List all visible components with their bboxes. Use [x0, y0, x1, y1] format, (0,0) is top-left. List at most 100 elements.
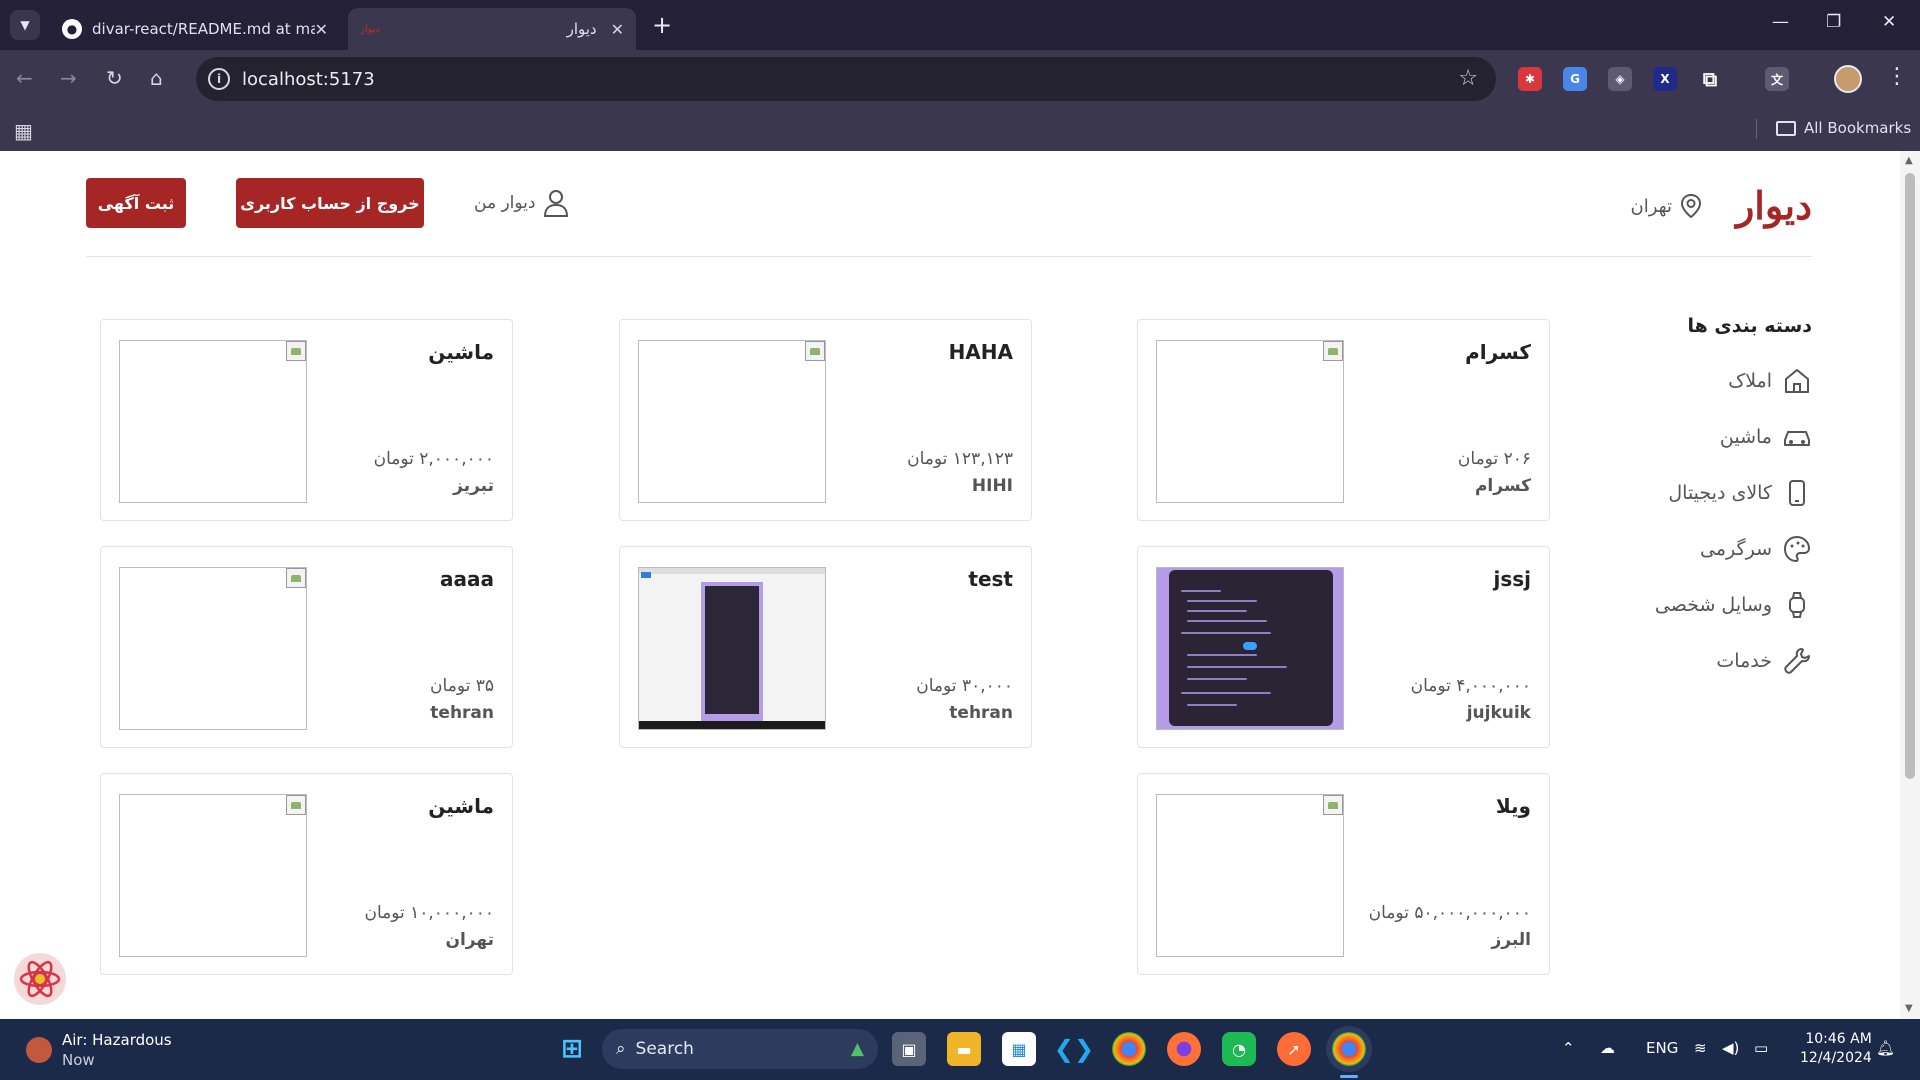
volume-icon[interactable]: ◀): [1722, 1039, 1739, 1057]
category-digital[interactable]: کالای دیجیتال: [1640, 465, 1812, 521]
ad-card[interactable]: jssj ۴,۰۰۰,۰۰۰ تومان jujkuik: [1137, 546, 1550, 748]
weather-widget[interactable]: Air: Hazardous Now: [26, 1030, 172, 1070]
home-button-icon[interactable]: ⌂: [150, 66, 163, 90]
address-bar[interactable]: i localhost:5173 ☆: [196, 57, 1496, 101]
postman-icon[interactable]: ➚: [1277, 1032, 1311, 1066]
ad-image: [119, 567, 307, 730]
city-selector[interactable]: تهران: [1631, 193, 1702, 219]
watch-icon: [1789, 592, 1805, 618]
x-extension-icon[interactable]: X: [1653, 67, 1677, 91]
notification-bell-icon[interactable]: 🔔︎: [1876, 1039, 1895, 1057]
web-screenshot-thumbnail: [639, 568, 825, 729]
folder-icon: [1776, 120, 1796, 136]
taskbar-clock[interactable]: 10:46 AM 12/4/2024: [1800, 1030, 1872, 1068]
file-explorer-icon[interactable]: ▬: [947, 1032, 981, 1066]
ad-card[interactable]: کسرام ۲۰۶ تومان کسرام: [1137, 319, 1550, 521]
windows-start-icon[interactable]: ⊞: [555, 1032, 589, 1066]
shield-extension-icon[interactable]: ◈: [1608, 67, 1632, 91]
github-icon: ●: [62, 19, 82, 39]
ad-card[interactable]: ویلا ۵۰,۰۰۰,۰۰۰,۰۰۰ تومان البرز: [1137, 773, 1550, 975]
chrome-icon[interactable]: [1112, 1032, 1146, 1066]
logout-button[interactable]: خروج از حساب کاربری: [236, 178, 424, 228]
post-ad-button[interactable]: ثبت آگهی: [86, 178, 186, 228]
active-app-indicator: [1340, 1075, 1358, 1078]
ad-price: ۴,۰۰۰,۰۰۰ تومان: [1410, 676, 1531, 696]
browser-menu-icon[interactable]: ⋮: [1886, 64, 1908, 89]
ad-location: کسرام: [1474, 476, 1531, 496]
ad-card[interactable]: HAHA ۱۲۳,۱۲۳ تومان HIHI: [619, 319, 1032, 521]
microsoft-store-icon[interactable]: ▦: [1002, 1032, 1036, 1066]
wifi-icon[interactable]: ≋: [1694, 1039, 1707, 1057]
url-text[interactable]: localhost:5173: [242, 69, 375, 90]
broken-image-icon: [1323, 341, 1343, 361]
vscode-icon[interactable]: ❮❯: [1054, 1032, 1094, 1066]
search-highlight-icon: ▲: [850, 1039, 864, 1059]
ad-title: ماشین: [428, 794, 494, 818]
site-info-icon[interactable]: i: [208, 68, 230, 90]
apps-grid-icon[interactable]: ▦: [14, 119, 33, 143]
tray-chevron-icon[interactable]: ⌃: [1562, 1039, 1575, 1057]
profile-avatar[interactable]: [1834, 65, 1862, 93]
window-close-icon[interactable]: ✕: [1882, 12, 1896, 32]
minimize-icon[interactable]: —: [1772, 12, 1789, 32]
page-scrollbar[interactable]: ▲ ▼: [1900, 151, 1920, 1019]
ad-card[interactable]: ماشین ۱۰,۰۰۰,۰۰۰ تومان تهران: [100, 773, 513, 975]
task-view-icon[interactable]: ▣: [892, 1032, 926, 1066]
close-tab-icon[interactable]: ✕: [611, 20, 624, 39]
react-devtools-icon[interactable]: [14, 953, 66, 1005]
tab-github[interactable]: ● divar-react/README.md at mai ✕: [50, 8, 340, 50]
extension-icon[interactable]: ✱: [1518, 67, 1542, 91]
ad-card[interactable]: aaaa ۳۵ تومان tehran: [100, 546, 513, 748]
onedrive-icon[interactable]: ☁: [1600, 1039, 1615, 1057]
all-bookmarks-button[interactable]: All Bookmarks: [1776, 119, 1911, 137]
ad-image: [1156, 567, 1344, 730]
category-personal[interactable]: وسایل شخصی: [1640, 577, 1812, 633]
browser-toolbar: ← → ↻ ⌂ i localhost:5173 ☆ ✱ G ◈ X ⧉ 文 ⋮: [0, 50, 1920, 108]
category-entertainment[interactable]: سرگرمی: [1640, 521, 1812, 577]
ad-price: ۱۲۳,۱۲۳ تومان: [907, 449, 1013, 469]
scroll-down-icon[interactable]: ▼: [1905, 1003, 1913, 1014]
my-divar-link[interactable]: دیوار من: [474, 189, 569, 217]
ad-title: ویلا: [1495, 794, 1531, 818]
ad-card[interactable]: test ۳۰,۰۰۰ تومان tehran: [619, 546, 1032, 748]
ad-price: ۱۰,۰۰۰,۰۰۰ تومان: [364, 903, 494, 923]
gauge-app-icon[interactable]: ◔: [1222, 1032, 1256, 1066]
category-car[interactable]: ماشین: [1640, 409, 1812, 465]
translate-extension-icon[interactable]: G: [1563, 67, 1587, 91]
forward-icon[interactable]: →: [60, 66, 77, 90]
user-icon: [544, 190, 569, 217]
language-indicator[interactable]: ENG: [1646, 1039, 1678, 1057]
ad-title: aaaa: [440, 567, 494, 591]
firefox-icon[interactable]: [1167, 1032, 1201, 1066]
close-tab-icon[interactable]: ✕: [315, 20, 328, 39]
translate-page-icon[interactable]: 文: [1765, 67, 1789, 91]
ad-title: HAHA: [948, 340, 1013, 364]
clock-date: 12/4/2024: [1800, 1050, 1872, 1066]
ad-image: [1156, 794, 1344, 957]
scroll-up-icon[interactable]: ▲: [1905, 155, 1913, 166]
ad-location: tehran: [949, 703, 1013, 723]
tab-divar[interactable]: دیوار دیوار ✕: [348, 8, 636, 50]
reload-icon[interactable]: ↻: [106, 66, 123, 90]
ad-location: تهران: [445, 930, 494, 950]
ad-card[interactable]: ماشین ۲,۰۰۰,۰۰۰ تومان تبریز: [100, 319, 513, 521]
weather-title: Air: Hazardous: [62, 1031, 172, 1049]
tab-search-button[interactable]: ▼: [10, 10, 40, 40]
chrome-active-icon[interactable]: [1332, 1032, 1366, 1066]
restore-icon[interactable]: ❐: [1826, 12, 1841, 32]
category-services[interactable]: خدمات: [1640, 633, 1812, 689]
ad-image: [638, 340, 826, 503]
extensions-puzzle-icon[interactable]: ⧉: [1698, 67, 1722, 91]
site-logo[interactable]: دیوار: [1736, 183, 1812, 228]
scrollbar-thumb[interactable]: [1905, 173, 1915, 779]
battery-icon[interactable]: ▭: [1754, 1039, 1768, 1057]
clock-time: 10:46 AM: [1805, 1031, 1872, 1047]
category-real-estate[interactable]: املاک: [1640, 353, 1812, 409]
bookmark-star-icon[interactable]: ☆: [1458, 66, 1478, 91]
back-icon[interactable]: ←: [16, 66, 33, 90]
ad-title: ماشین: [428, 340, 494, 364]
code-screenshot-thumbnail: [1157, 568, 1343, 729]
new-tab-button[interactable]: +: [652, 11, 672, 39]
category-label: خدمات: [1716, 650, 1772, 672]
taskbar-search[interactable]: ⌕ Search ▲: [602, 1029, 878, 1069]
